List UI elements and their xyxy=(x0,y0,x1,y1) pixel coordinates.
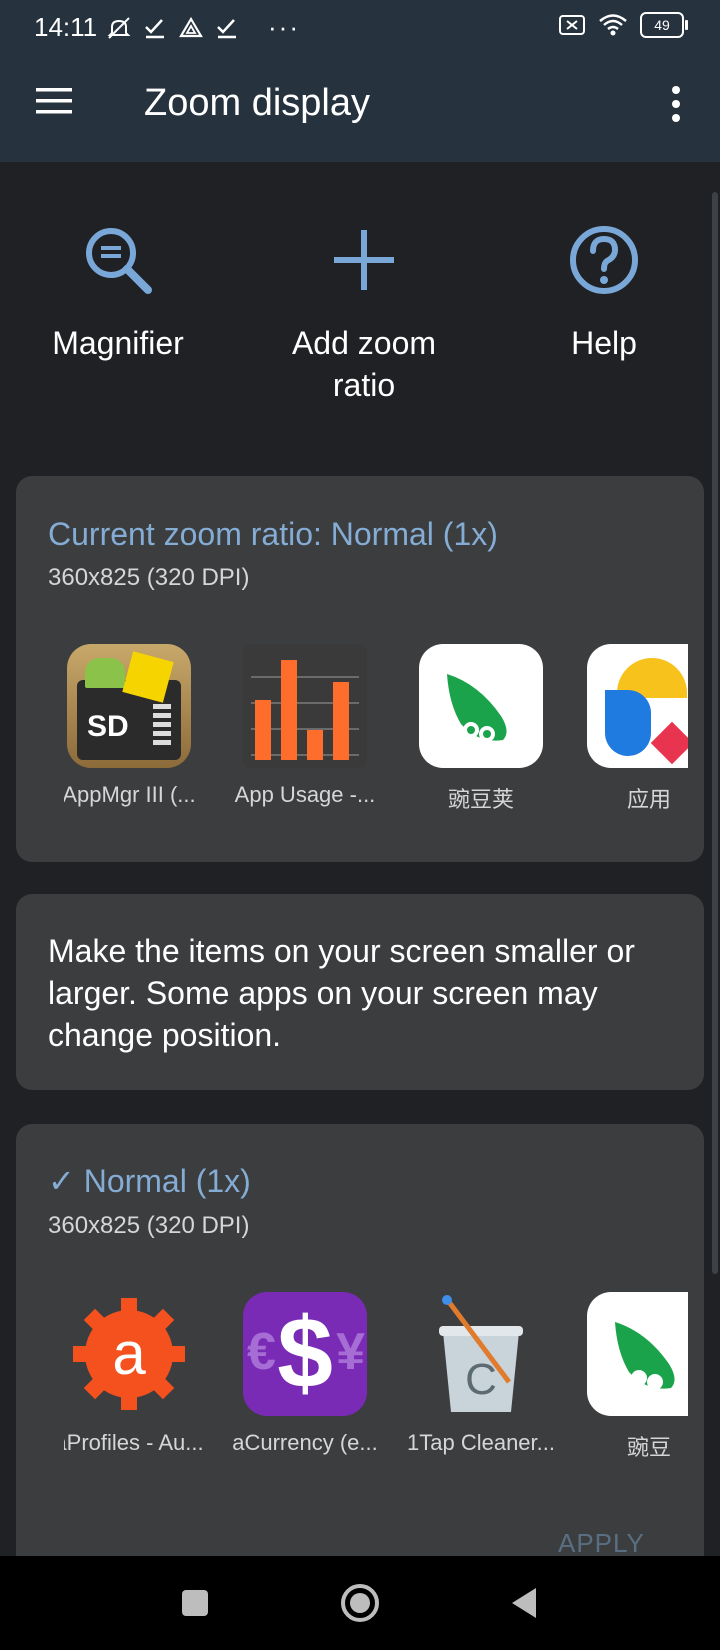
app-item: € ¥ $ aCurrency (e... xyxy=(230,1292,380,1456)
add-zoom-ratio-button[interactable]: Add zoom ratio xyxy=(254,220,474,406)
help-button[interactable]: Help xyxy=(494,220,714,364)
status-time: 14:11 xyxy=(34,12,98,42)
acurrency-icon: € ¥ $ xyxy=(243,1292,367,1416)
battery-level: 49 xyxy=(654,17,670,33)
app-label: aCurrency (e... xyxy=(232,1430,378,1455)
magnifier-button[interactable]: Magnifier xyxy=(8,220,228,364)
app-label: AppMgr III (... xyxy=(64,782,196,807)
check-icon xyxy=(217,18,236,38)
wifi-icon xyxy=(599,14,627,36)
help-icon xyxy=(570,226,638,294)
wandoujia-icon xyxy=(587,1292,688,1416)
app-item: 应用 xyxy=(574,644,688,814)
status-bar: 14:11 ··· 49 xyxy=(0,0,720,54)
magnifier-icon xyxy=(86,228,152,294)
magnifier-label: Magnifier xyxy=(52,325,184,361)
svg-text:a: a xyxy=(112,1320,146,1387)
more-options-icon[interactable] xyxy=(666,84,686,124)
zoom-option-title: ✓ Normal (1x) xyxy=(48,1162,251,1200)
app-item: a aProfiles - Au... xyxy=(64,1292,204,1456)
top-bar: 14:11 ··· 49 Zoom display xyxy=(0,0,720,162)
option-apps-row: a aProfiles - Au... € ¥ $ aCurrency (e..… xyxy=(64,1292,688,1492)
status-system-icons: 49 xyxy=(558,12,688,38)
app-item: SD AppMgr III (... xyxy=(64,644,204,808)
app-label: 豌豆 xyxy=(626,1435,671,1460)
status-notification-icons: ··· xyxy=(106,12,300,43)
zoom-option-resolution: 360x825 (320 DPI) xyxy=(48,1212,250,1239)
current-zoom-resolution: 360x825 (320 DPI) xyxy=(48,564,250,591)
back-icon[interactable] xyxy=(500,1578,550,1628)
app-label: aProfiles - Au... xyxy=(64,1430,204,1455)
app-item: 豌豆 xyxy=(574,1292,688,1462)
no-sim-icon xyxy=(559,15,585,35)
current-zoom-title: Current zoom ratio: Normal (1x) xyxy=(48,516,498,552)
app-item: App Usage -... xyxy=(230,644,380,808)
app-label: 豌豆荚 xyxy=(447,787,514,812)
wandoujia-icon xyxy=(419,644,543,768)
actions-row: Magnifier Add zoom ratio Help xyxy=(0,220,720,420)
navigation-bar xyxy=(0,1556,720,1650)
app-item: C 1Tap Cleaner... xyxy=(406,1292,556,1456)
page-title: Zoom display xyxy=(144,82,370,124)
current-zoom-card: Current zoom ratio: Normal (1x) 360x825 … xyxy=(16,476,704,862)
add-zoom-ratio-label: Add zoom ratio xyxy=(291,325,437,403)
home-icon[interactable] xyxy=(335,1578,385,1628)
app-label: 1Tap Cleaner... xyxy=(407,1430,555,1455)
battery-icon: 49 xyxy=(640,12,688,38)
status-overflow: ··· xyxy=(268,12,300,42)
app-label: App Usage -... xyxy=(234,782,376,807)
zoom-option-name: Normal (1x) xyxy=(83,1163,251,1199)
recents-icon[interactable] xyxy=(170,1578,220,1628)
description-text: Make the items on your screen smaller or… xyxy=(48,933,635,1053)
description-card: Make the items on your screen smaller or… xyxy=(16,894,704,1090)
selected-check-icon: ✓ xyxy=(48,1163,75,1199)
apply-button[interactable]: APPLY xyxy=(558,1528,645,1559)
help-label: Help xyxy=(571,325,637,361)
current-apps-row: SD AppMgr III (... App Usage -... 豌豆荚 应用 xyxy=(64,644,688,844)
aprofiles-icon: a xyxy=(67,1292,191,1416)
app-label: 应用 xyxy=(626,787,671,812)
zoom-option-card[interactable]: ✓ Normal (1x) 360x825 (320 DPI) a aProfi… xyxy=(16,1124,704,1584)
menu-icon[interactable] xyxy=(34,86,74,116)
mute-icon xyxy=(107,16,131,39)
scrollbar[interactable] xyxy=(712,192,718,1274)
app-usage-icon xyxy=(243,644,367,768)
app-item: 豌豆荚 xyxy=(406,644,556,814)
drive-icon xyxy=(179,16,203,37)
check-icon xyxy=(145,18,164,38)
cleaner-icon: C xyxy=(419,1292,543,1416)
app-store-icon xyxy=(587,644,688,768)
plus-icon xyxy=(334,230,394,290)
appmgr-icon: SD xyxy=(67,644,191,768)
